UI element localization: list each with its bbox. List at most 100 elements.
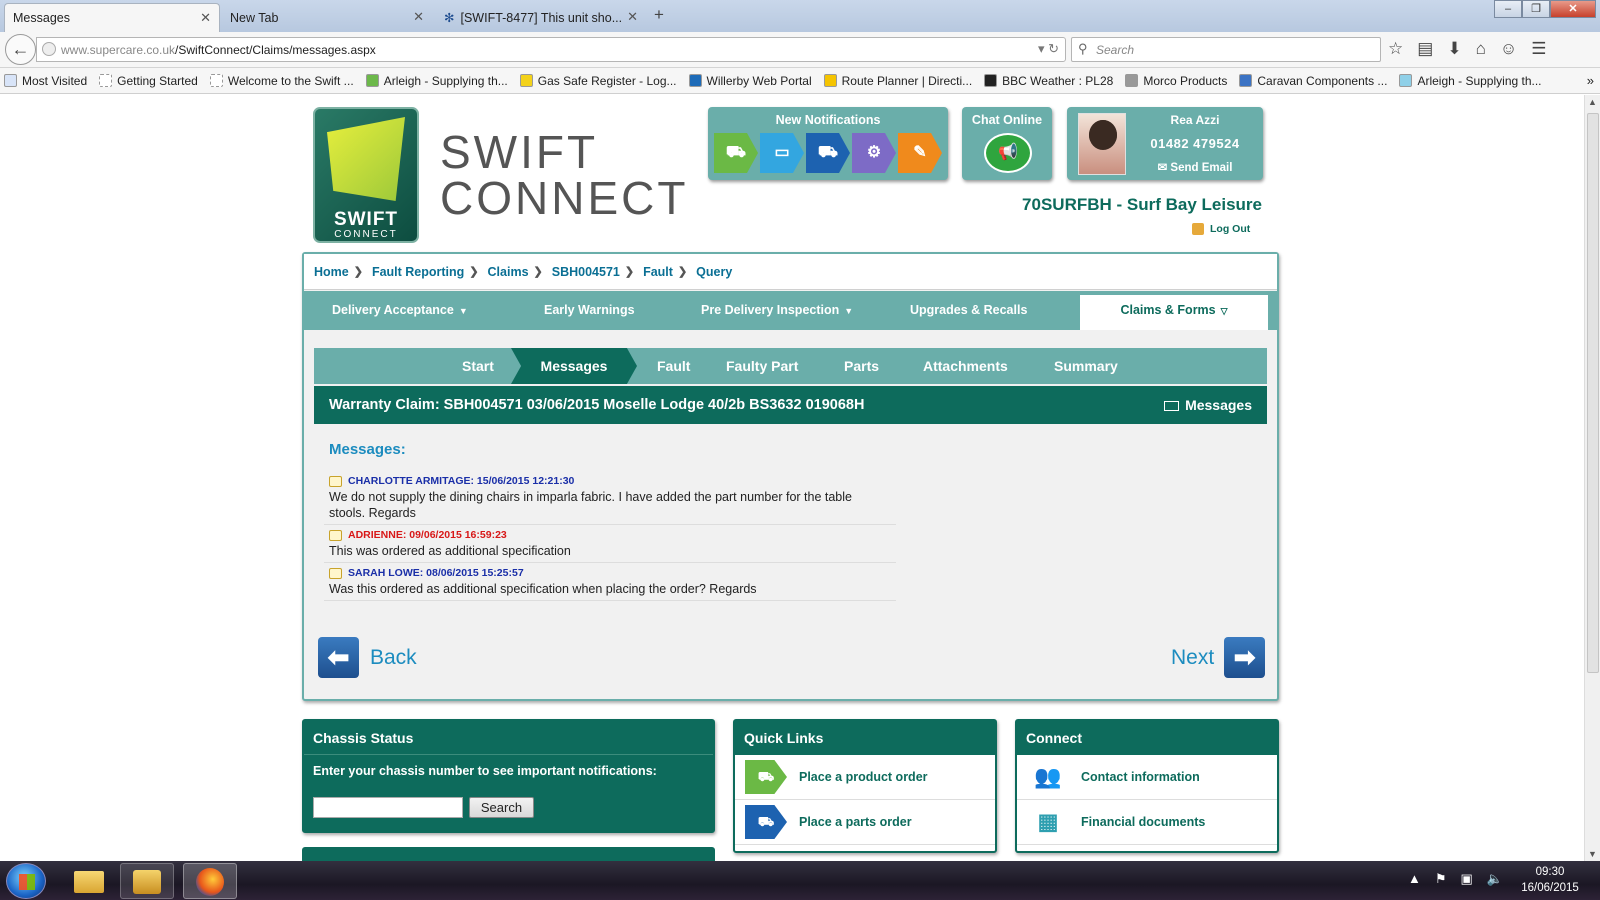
bookmark-item[interactable]: Gas Safe Register - Log... (519, 74, 677, 88)
volume-icon[interactable]: 🔈 (1487, 871, 1503, 887)
step-attachments[interactable]: Attachments (923, 348, 1008, 384)
bookmark-icon (1239, 74, 1253, 87)
nav-early-warnings[interactable]: Early Warnings (544, 291, 635, 330)
bookmark-item[interactable]: BBC Weather : PL28 (984, 74, 1113, 88)
monitor-notification-icon[interactable]: ▭ (760, 133, 804, 173)
action-center-flag-icon[interactable]: ⚑ (1435, 871, 1447, 887)
close-window-icon[interactable]: ✕ (1550, 0, 1596, 18)
breadcrumb-fault-reporting[interactable]: Fault Reporting (372, 265, 464, 279)
breadcrumb-claim-id[interactable]: SBH004571 (552, 265, 620, 279)
bookmark-item[interactable]: Welcome to the Swift ... (209, 74, 354, 88)
quick-links-title: Quick Links (735, 721, 995, 755)
send-email-link[interactable]: ✉ Send Email (1127, 160, 1263, 174)
tab-bar: Messages ✕ New Tab ✕ ✻ [SWIFT-8477] This… (0, 0, 1600, 32)
place-parts-order-link[interactable]: ⛟ Place a parts order (735, 800, 995, 845)
firefox-icon[interactable] (183, 863, 237, 899)
nav-pre-delivery-inspection[interactable]: Pre Delivery Inspection ▼ (701, 291, 853, 330)
nav-upgrades-recalls[interactable]: Upgrades & Recalls (910, 291, 1027, 330)
swift-connect-logo[interactable]: SWIFT CONNECT (313, 107, 419, 243)
back-button[interactable]: ⬅ Back (318, 637, 417, 678)
delivery-truck-notification-icon[interactable]: ⛟ (806, 133, 850, 173)
step-messages[interactable]: Messages (511, 348, 637, 384)
search-input[interactable]: ⚲ Search (1071, 37, 1381, 62)
home-icon[interactable]: ⌂ (1476, 39, 1486, 59)
breadcrumb-query[interactable]: Query (696, 265, 732, 279)
reading-list-icon[interactable]: ▤ (1417, 39, 1433, 59)
chassis-number-input[interactable] (313, 797, 463, 818)
bookmark-label: Getting Started (117, 73, 198, 88)
start-button[interactable] (6, 863, 46, 899)
claim-panel: Home ❯ Fault Reporting ❯ Claims ❯ SBH004571… (302, 252, 1279, 701)
bookmark-icon (823, 74, 837, 87)
breadcrumb-fault[interactable]: Fault (643, 265, 673, 279)
contact-information-link[interactable]: 👥 Contact information (1017, 755, 1277, 800)
step-faulty-part[interactable]: Faulty Part (726, 348, 798, 384)
financial-documents-link[interactable]: ▦ Financial documents (1017, 800, 1277, 845)
url-bar[interactable]: www.supercare.co.uk/SwiftConnect/Claims/… (36, 37, 1066, 62)
chevron-right-icon: ❯ (624, 266, 635, 278)
bookmarks-overflow-icon[interactable]: » (1587, 73, 1594, 88)
bookmark-item[interactable]: Willerby Web Portal (688, 74, 812, 88)
outlook-icon[interactable] (120, 863, 174, 899)
chevron-right-icon: ❯ (353, 266, 363, 278)
breadcrumb-home[interactable]: Home (314, 265, 349, 279)
step-summary[interactable]: Summary (1054, 348, 1118, 384)
bookmark-star-icon[interactable]: ☆ (1388, 39, 1403, 59)
tab-messages[interactable]: Messages ✕ (4, 3, 220, 32)
place-product-order-link[interactable]: ⛟ Place a product order (735, 755, 995, 800)
tab-new-tab[interactable]: New Tab ✕ (222, 3, 432, 32)
bookmark-item[interactable]: Arleigh - Supplying th... (1399, 73, 1542, 88)
tools-notification-icon[interactable]: ✎ (898, 133, 942, 173)
bookmark-item[interactable]: Getting Started (99, 74, 198, 88)
restore-icon[interactable]: ❐ (1522, 0, 1550, 18)
logout-link[interactable]: Log Out (1192, 223, 1250, 235)
caravan-notification-icon[interactable]: ⛟ (714, 133, 758, 173)
minimize-icon[interactable]: – (1494, 0, 1522, 18)
bookmark-item[interactable]: Route Planner | Directi... (823, 74, 972, 88)
nav-claims-forms[interactable]: Claims & Forms ▽ (1080, 295, 1268, 330)
file-explorer-icon[interactable] (62, 863, 116, 899)
nav-delivery-acceptance[interactable]: Delivery Acceptance ▼ (332, 291, 468, 330)
scroll-up-icon[interactable]: ▲ (1588, 97, 1597, 107)
close-tab-icon[interactable]: ✕ (627, 9, 638, 25)
system-clock[interactable]: 09:30 16/06/2015 (1512, 864, 1588, 896)
chat-title: Chat Online (971, 113, 1043, 127)
next-button[interactable]: Next ➡ (1171, 637, 1266, 678)
scrollbar-thumb[interactable] (1587, 113, 1599, 673)
reload-icon[interactable]: ▾ ↻ (1038, 41, 1059, 57)
network-icon[interactable]: ▣ (1461, 871, 1473, 887)
breadcrumb-claims[interactable]: Claims (488, 265, 529, 279)
scroll-down-icon[interactable]: ▼ (1588, 849, 1597, 859)
page-scrollbar[interactable]: ▲ ▼ (1584, 95, 1600, 861)
message-text: This was ordered as additional specifica… (329, 544, 571, 558)
download-icon[interactable]: ⬇ (1447, 39, 1461, 59)
chassis-search-button[interactable]: Search (469, 797, 534, 818)
chat-online-panel[interactable]: Chat Online 📢 (962, 107, 1052, 180)
step-parts[interactable]: Parts (844, 348, 879, 384)
messages-link[interactable]: Messages (1164, 386, 1252, 424)
chevron-right-icon: ❯ (469, 266, 479, 278)
bookmark-label: Arleigh - Supplying th... (1417, 73, 1542, 88)
chat-megaphone-icon[interactable]: 📢 (984, 133, 1032, 173)
step-start[interactable]: Start (462, 348, 494, 384)
bookmark-item[interactable]: Caravan Components ... (1239, 74, 1387, 88)
jira-icon: ✻ (444, 11, 455, 25)
menu-icon[interactable]: ☰ (1531, 39, 1546, 59)
step-fault[interactable]: Fault (657, 348, 690, 384)
hello-chat-icon[interactable]: ☺ (1500, 39, 1517, 59)
chassis-label: Enter your chassis number to see importa… (313, 764, 657, 778)
tray-expand-icon[interactable]: ▲ (1408, 871, 1421, 887)
link-label: Place a parts order (799, 815, 912, 829)
bookmark-item[interactable]: Most Visited (4, 74, 87, 88)
close-tab-icon[interactable]: ✕ (413, 9, 424, 25)
close-tab-icon[interactable]: ✕ (200, 10, 211, 26)
tab-swift-8477[interactable]: ✻ [SWIFT-8477] This unit sho... ✕ (436, 3, 646, 32)
bookmark-item[interactable]: Morco Products (1125, 74, 1227, 88)
bookmarks-toolbar: Most Visited Getting Started Welcome to … (0, 68, 1600, 94)
message-list: CHARLOTTE ARMITAGE: 15/06/2015 12:21:30 … (324, 471, 896, 601)
bookmark-item[interactable]: Arleigh - Supplying th... (365, 74, 508, 88)
swift-bird-icon (327, 117, 405, 201)
settings-notification-icon[interactable]: ⚙ (852, 133, 896, 173)
new-tab-icon[interactable]: + (654, 5, 664, 25)
back-arrow-icon[interactable]: ← (5, 34, 36, 65)
